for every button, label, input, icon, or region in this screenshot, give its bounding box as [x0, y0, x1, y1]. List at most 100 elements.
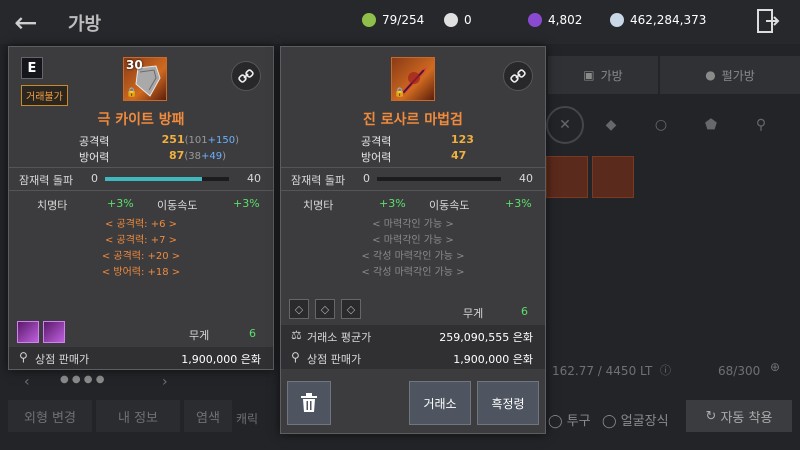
top-bar: ← 가방 79/254 0 4,802 462,284,373 [0, 0, 800, 44]
gem-slot-empty-icon: ◇ [315, 299, 335, 319]
market-price-label: 거래소 평균가 [307, 331, 372, 344]
move-speed-label: 이동속도 [157, 199, 198, 212]
dye-button[interactable]: 염색 [184, 400, 232, 432]
stat-base: 38 [188, 151, 201, 162]
inventory-item[interactable] [592, 156, 634, 198]
tab-pearl-bag[interactable]: ● 펄가방 [660, 56, 800, 94]
shop-price-row: ⚲ 상점 판매가 1,900,000 은화 [9, 347, 273, 369]
tab-bag[interactable]: ▣ 가방 [548, 56, 658, 94]
link-button[interactable] [231, 61, 261, 91]
shop-price-label: 상점 판매가 [307, 353, 362, 366]
refresh-icon: ↻ [705, 408, 717, 424]
filter-potion-icon[interactable]: ⚲ [742, 106, 780, 144]
stat-value: 251 [161, 133, 185, 146]
item-name: 극 카이트 방패 [97, 112, 185, 128]
attack-stat: 공격력 251(101+150) [79, 133, 239, 148]
tab-pearl-bag-label: 펄가방 [721, 68, 755, 83]
page-next-icon[interactable]: › [162, 374, 168, 390]
back-arrow-icon[interactable]: ← [14, 6, 37, 39]
page-prev-icon[interactable]: ‹ [24, 374, 30, 390]
move-speed-value: +3% [233, 197, 260, 210]
stat-value: 123 [451, 133, 474, 146]
page-dots: ● ● ● ● [60, 374, 105, 385]
defense-stat: 방어력 47 [361, 149, 521, 165]
weight-readout: 162.77 / 4450 LT [552, 364, 653, 378]
crit-value: +3% [379, 197, 406, 210]
awakening-bar [105, 177, 229, 181]
stat-label: 방어력 [361, 151, 392, 164]
crit-value: +3% [107, 197, 134, 210]
filter-weapon-icon[interactable]: ✕ [546, 106, 584, 144]
resource-value: 4,802 [548, 13, 583, 27]
face-accessory-toggle[interactable]: ◯ 얼굴장식 [602, 410, 669, 429]
shop-price-row: ⚲ 상점 판매가 1,900,000 은화 [281, 347, 545, 369]
item-tooltip-selected: 🔒 진 로사르 마법검 공격력 123 방어력 47 잠재력 돌파 0 40 치… [280, 46, 546, 434]
bag-tab-icon: ▣ [583, 68, 595, 82]
resource-bag-capacity: 79/254 [362, 10, 424, 30]
check-icon: ◯ [548, 414, 563, 429]
filter-ring-icon[interactable]: ○ [642, 106, 680, 144]
purple-gem-icon [528, 13, 542, 27]
link-icon [510, 69, 526, 83]
char-toggle-label[interactable]: 캐릭 [236, 410, 258, 427]
option-line: < 마력각인 가능 > [372, 235, 454, 246]
link-button[interactable] [503, 61, 533, 91]
market-button[interactable]: 거래소 [409, 381, 471, 425]
lock-icon: 🔒 [126, 88, 138, 98]
awakening-max: 40 [247, 172, 261, 185]
weight-value: 6 [521, 305, 528, 318]
money-bag-icon: ⚲ [291, 350, 300, 364]
awakening-min: 0 [363, 172, 370, 185]
helmet-label: 투구 [566, 414, 591, 429]
stat-bonus: +49 [200, 151, 223, 162]
weight-label: 무게 [189, 329, 210, 342]
resource-silver: 462,284,373 [610, 10, 706, 30]
resource-value: 79/254 [382, 13, 425, 27]
market-price-value: 259,090,555 은화 [439, 331, 533, 344]
item-name: 진 로사르 마법검 [363, 112, 463, 128]
stat-value: 47 [451, 149, 467, 162]
link-icon [238, 69, 254, 83]
resource-value: 0 [464, 13, 472, 27]
gem-slot-empty-icon: ◇ [289, 299, 309, 319]
gem-slot-filled [17, 321, 39, 343]
option-line: < 각성 마력각인 가능 > [361, 251, 465, 262]
black-spirit-button[interactable]: 흑정령 [477, 381, 539, 425]
weight-label: 무게 [463, 307, 484, 320]
exit-icon[interactable] [756, 8, 780, 34]
filter-armor-icon[interactable]: ◆ [592, 106, 630, 144]
delete-button[interactable] [287, 381, 331, 425]
appearance-change-button[interactable]: 외형 변경 [8, 400, 92, 432]
item-tooltip-equipped: E 거래불가 30 🔒 극 카이트 방패 공격력 251(101+150) 방어… [8, 46, 274, 370]
stat-base: 101 [188, 135, 208, 146]
my-info-button[interactable]: 내 정보 [96, 400, 180, 432]
face-accessory-label: 얼굴장식 [620, 414, 669, 429]
helmet-toggle[interactable]: ◯ 투구 [548, 410, 591, 429]
pearl-icon [444, 13, 458, 27]
gem-slot-filled [43, 321, 65, 343]
auto-equip-button[interactable]: ↻ 자동 착용 [686, 400, 792, 432]
awakening-min: 0 [91, 172, 98, 185]
resource-purple-gem: 4,802 [528, 10, 582, 30]
stat-label: 공격력 [79, 135, 110, 148]
trash-icon [301, 393, 317, 412]
page-title: 가방 [68, 14, 102, 35]
inventory-item[interactable] [546, 156, 588, 198]
filter-crystal-icon[interactable]: ⬟ [692, 106, 730, 144]
awakening-bar [377, 177, 501, 181]
grade-badge: E [21, 57, 43, 79]
resource-value: 462,284,373 [630, 13, 707, 27]
add-slot-icon[interactable]: ⊕ [770, 360, 780, 374]
shop-price-label: 상점 판매가 [35, 353, 90, 366]
stat-label: 공격력 [361, 135, 392, 148]
gem-slot-empty-icon: ◇ [341, 299, 361, 319]
move-speed-label: 이동속도 [429, 199, 470, 212]
awakening-label: 잠재력 돌파 [291, 174, 346, 187]
move-speed-value: +3% [505, 197, 532, 210]
option-list: < 공격력: +6 > < 공격력: +7 > < 공격력: +20 > < 방… [9, 215, 273, 281]
market-price-row: ⚖ 거래소 평균가 259,090,555 은화 [281, 325, 545, 347]
slot-count: 68/300 [718, 364, 761, 378]
untradeable-badge: 거래불가 [21, 85, 68, 106]
tab-bag-label: 가방 [600, 68, 623, 83]
weight-info-icon[interactable]: ⓘ [660, 362, 671, 378]
